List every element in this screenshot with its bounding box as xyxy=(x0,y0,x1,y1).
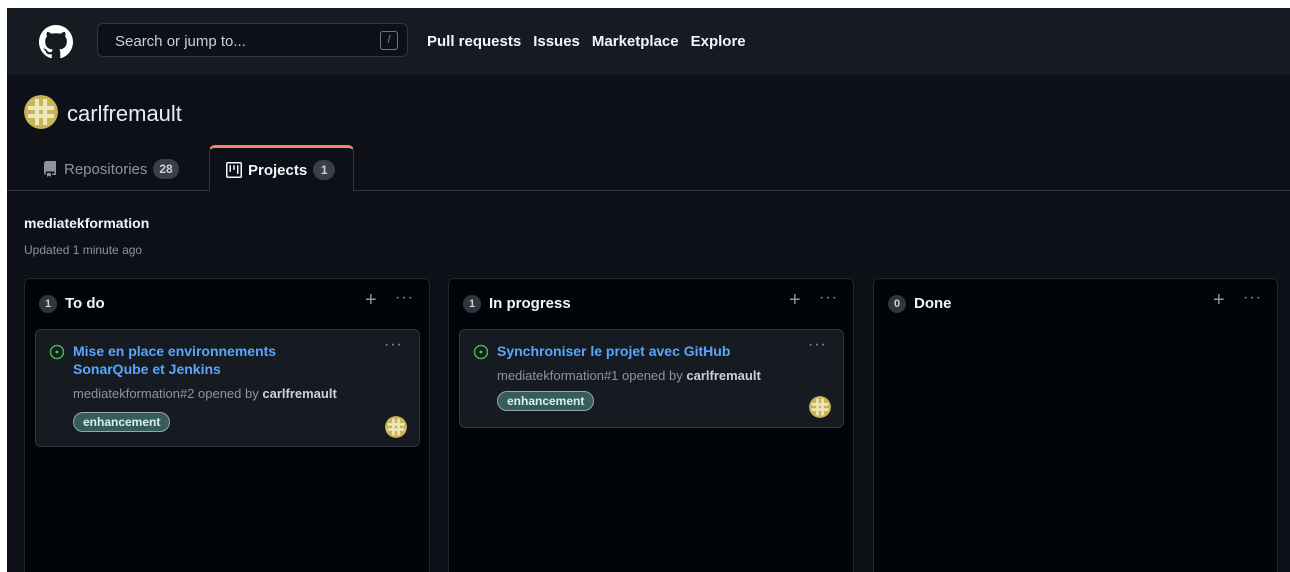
card-menu-button[interactable]: ··· xyxy=(384,336,403,354)
column-count: 1 xyxy=(39,295,57,313)
issue-card[interactable]: Mise en place environnements SonarQube e… xyxy=(35,329,420,447)
column-in-progress: 1 In progress + ··· Synchroniser le proj… xyxy=(448,278,854,572)
column-menu-button[interactable]: ··· xyxy=(1243,289,1262,307)
profile-header: carlfremault Repositories 28 Projects 1 xyxy=(7,75,1290,192)
issue-card[interactable]: Synchroniser le projet avec GitHub media… xyxy=(459,329,844,428)
nav-issues[interactable]: Issues xyxy=(533,33,580,50)
assignee-avatar[interactable] xyxy=(385,416,407,438)
label-enhancement[interactable]: enhancement xyxy=(497,391,595,411)
tab-repositories[interactable]: Repositories 28 xyxy=(42,147,179,191)
card-title[interactable]: Mise en place environnements SonarQube e… xyxy=(73,342,333,378)
column-menu-button[interactable]: ··· xyxy=(395,289,414,307)
column-header: 1 In progress + ··· xyxy=(449,279,853,325)
repositories-counter: 28 xyxy=(153,159,179,179)
column-name: Done xyxy=(914,295,952,312)
card-menu-button[interactable]: ··· xyxy=(808,336,827,354)
project-board: mediatekformation Updated 1 minute ago 1… xyxy=(7,191,1290,572)
card-title[interactable]: Synchroniser le projet avec GitHub xyxy=(497,342,757,360)
github-window: Search or jump to... / Pull requests Iss… xyxy=(7,8,1290,572)
project-updated: Updated 1 minute ago xyxy=(24,243,143,257)
search-placeholder: Search or jump to... xyxy=(115,33,246,50)
nav-marketplace[interactable]: Marketplace xyxy=(592,33,679,50)
tab-projects-label: Projects xyxy=(248,161,308,179)
repo-icon xyxy=(44,161,56,177)
card-meta: mediatekformation#1 opened by carlfremau… xyxy=(497,368,761,383)
column-menu-button[interactable]: ··· xyxy=(819,289,838,307)
column-name: In progress xyxy=(489,295,571,312)
label-enhancement[interactable]: enhancement xyxy=(73,412,171,432)
add-card-button[interactable]: + xyxy=(789,289,801,312)
nav-pull-requests[interactable]: Pull requests xyxy=(427,33,521,50)
card-ref: mediatekformation#2 opened by xyxy=(73,386,259,401)
column-done: 0 Done + ··· xyxy=(873,278,1278,572)
card-author[interactable]: carlfremault xyxy=(686,368,760,383)
column-todo: 1 To do + ··· Mise en place environnemen… xyxy=(24,278,430,572)
search-input[interactable]: Search or jump to... / xyxy=(97,23,408,57)
project-icon xyxy=(226,162,242,178)
global-header: Search or jump to... / Pull requests Iss… xyxy=(7,8,1290,75)
add-card-button[interactable]: + xyxy=(1213,289,1225,312)
search-shortcut-key: / xyxy=(380,31,398,50)
assignee-avatar[interactable] xyxy=(809,396,831,418)
username[interactable]: carlfremault xyxy=(67,101,182,127)
column-header: 1 To do + ··· xyxy=(25,279,429,325)
tab-projects[interactable]: Projects 1 xyxy=(209,145,354,192)
issue-open-icon xyxy=(473,344,489,360)
tab-repositories-label: Repositories xyxy=(64,160,148,178)
issue-open-icon xyxy=(49,344,65,360)
user-avatar[interactable] xyxy=(24,95,58,129)
projects-counter: 1 xyxy=(313,160,336,180)
card-meta: mediatekformation#2 opened by carlfremau… xyxy=(73,386,337,401)
column-name: To do xyxy=(65,295,105,312)
card-ref: mediatekformation#1 opened by xyxy=(497,368,683,383)
github-logo-icon[interactable] xyxy=(39,25,73,59)
column-count: 0 xyxy=(888,295,906,313)
card-author[interactable]: carlfremault xyxy=(262,386,336,401)
nav-explore[interactable]: Explore xyxy=(691,33,746,50)
project-title[interactable]: mediatekformation xyxy=(24,215,149,231)
profile-tabs: Repositories 28 Projects 1 xyxy=(7,145,1290,192)
add-card-button[interactable]: + xyxy=(365,289,377,312)
global-nav: Pull requests Issues Marketplace Explore xyxy=(427,33,746,50)
column-count: 1 xyxy=(463,295,481,313)
column-header: 0 Done + ··· xyxy=(874,279,1277,325)
